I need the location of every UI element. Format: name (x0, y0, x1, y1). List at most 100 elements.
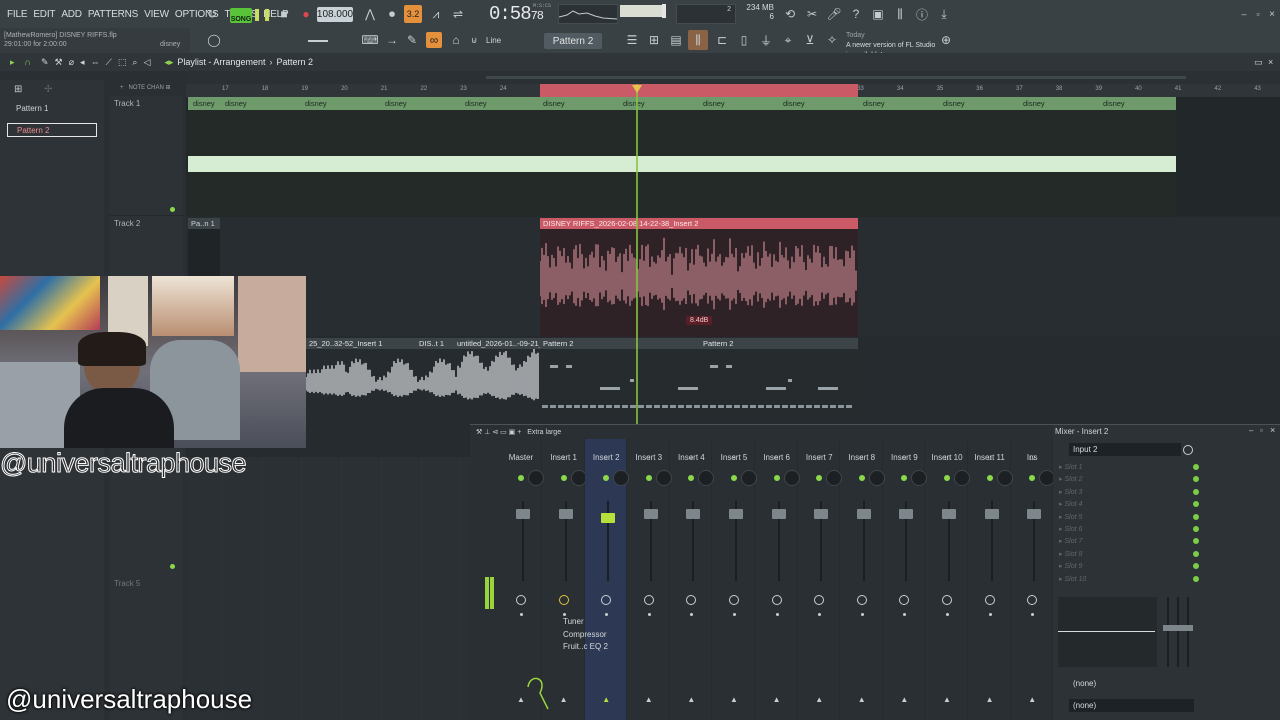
magnet-icon[interactable]: ⊍ (466, 32, 482, 48)
strip-fader[interactable] (856, 509, 871, 519)
strip-name[interactable]: Master (500, 453, 542, 462)
effect-slot-6[interactable]: ▸ Slot 6 (1059, 525, 1189, 533)
mixer-strip-insert-10[interactable]: 10 Insert 10 ▲ (926, 439, 970, 720)
record-icon[interactable]: ● (298, 6, 314, 22)
strip-fader[interactable] (516, 509, 530, 519)
effect-slot-1[interactable]: ▸ Slot 1 (1059, 463, 1189, 471)
strip-fader[interactable] (942, 509, 956, 519)
mixer-size-label[interactable]: Extra large (527, 429, 561, 436)
mixer-strip-insert-6[interactable]: 6 Insert 6 ▲ (756, 439, 800, 720)
play-arrow-icon[interactable]: ▸ (10, 57, 15, 68)
paint-icon[interactable]: ✎ (41, 57, 49, 68)
blend-icon[interactable]: ⩘ (428, 6, 444, 22)
song-mode-toggle[interactable]: SONG (230, 8, 252, 23)
strip-pan-knob[interactable] (783, 470, 800, 486)
route-arrow-icon[interactable]: ▲ (858, 695, 866, 704)
mixer-strip-insert-11[interactable]: 11 Insert 11 ▲ (969, 439, 1013, 720)
strip-route-icon[interactable] (942, 595, 952, 605)
input-settings-icon[interactable] (1183, 445, 1193, 455)
track2-audio-clip[interactable]: DISNEY RIFFS_2026-02-08 14-22-38_Insert … (540, 218, 858, 229)
track3-audio-body[interactable] (305, 349, 540, 419)
menu-add[interactable]: Add (58, 9, 85, 20)
strip-name[interactable]: Insert 6 (756, 453, 798, 462)
track3-pattern-clip-1[interactable]: Pattern 2 (540, 338, 700, 349)
strip-route-icon[interactable] (729, 595, 739, 605)
mixer-icon[interactable]: ⫼ (892, 6, 908, 22)
strip-led[interactable] (986, 475, 993, 481)
strip-led[interactable] (816, 475, 823, 481)
effect-slot-2[interactable]: ▸ Slot 2 (1059, 475, 1189, 483)
slot-enable-led[interactable] (1193, 501, 1199, 508)
slot-enable-led[interactable] (1193, 464, 1199, 470)
wait-icon[interactable]: ⏺ (384, 6, 400, 22)
playhead-marker[interactable] (632, 85, 642, 93)
track3-clip-3[interactable]: untitled_2026-01..-09-21_Insert 1 (454, 338, 540, 349)
mixer-strip-insert-9[interactable]: 9 Insert 9 ▲ (883, 439, 928, 720)
snap-select[interactable]: Line (482, 34, 532, 48)
menu-patterns[interactable]: Patterns (85, 9, 141, 20)
loop-icon[interactable]: ↻ (204, 6, 220, 22)
strip-name[interactable]: Insert 9 (883, 453, 925, 462)
strip-route-icon[interactable] (856, 595, 867, 605)
strip-name[interactable]: Insert 4 (670, 453, 712, 462)
strip-pan-knob[interactable] (954, 470, 970, 486)
strip-led[interactable] (901, 475, 908, 481)
strip-route-icon[interactable] (984, 595, 995, 605)
strip-led[interactable] (518, 475, 524, 481)
arrow-right-icon[interactable]: → (384, 32, 400, 48)
strip-led[interactable] (858, 475, 865, 481)
panel-close-icon[interactable]: × (1270, 425, 1275, 435)
route-arrow-icon[interactable]: ▲ (602, 695, 610, 704)
strip-pan-knob[interactable] (868, 470, 885, 486)
cart-icon[interactable]: ⊻ (802, 32, 818, 48)
strip-fader[interactable] (643, 509, 658, 519)
pattern-grid-icon[interactable]: ⊞ (14, 84, 22, 95)
headphones-icon[interactable]: ∩ (25, 57, 31, 67)
input-select[interactable]: Input 2 (1069, 443, 1181, 456)
slot-enable-led[interactable] (1193, 476, 1199, 483)
strip-pan-knob[interactable] (911, 470, 928, 486)
slot-enable-led[interactable] (1193, 488, 1199, 495)
strip-name[interactable]: Insert 1 (543, 453, 585, 462)
brush-icon[interactable]: ⚒ (55, 57, 63, 68)
track3-clip-2[interactable]: DIS..t 1 (416, 338, 454, 349)
volume-knob-handle[interactable] (662, 4, 666, 18)
strip-route-icon[interactable] (601, 595, 612, 605)
fx-eq[interactable]: Fruit..c EQ 2 (563, 641, 608, 654)
effect-slot-7[interactable]: ▸ Slot 7 (1059, 537, 1189, 545)
effect-slot-4[interactable]: ▸ Slot 4 (1059, 500, 1189, 508)
microphone-icon[interactable]: 🎤︎ (826, 6, 842, 22)
strip-fader[interactable] (558, 509, 573, 519)
strip-led[interactable] (560, 475, 567, 481)
tag-icon[interactable]: ⌖ (780, 32, 796, 48)
strip-name[interactable]: Insert 5 (713, 453, 755, 462)
panel-fader-2[interactable] (1173, 625, 1183, 631)
pattern-item-2[interactable]: Pattern 2 (7, 123, 97, 137)
scroll-thumb[interactable] (486, 76, 1186, 79)
mixer-strip-insert-4[interactable]: 4 Insert 4 ▲ (670, 439, 715, 720)
stamp-icon[interactable]: ⌂ (448, 32, 464, 48)
mixer-strip-insert-12[interactable]: 12 Ins ▲ (1011, 439, 1056, 720)
browser-icon[interactable]: ⊏ (714, 32, 730, 48)
panel-faders[interactable] (1161, 597, 1193, 667)
strip-pan-knob[interactable] (741, 470, 757, 486)
piano-roll-icon[interactable]: ▤ (668, 32, 684, 48)
route-arrow-icon[interactable]: ▲ (687, 695, 695, 704)
select-icon[interactable]: ⬚ (118, 57, 127, 68)
playlist-scrollbar[interactable] (186, 71, 1280, 84)
pattern-item-1[interactable]: Pattern 1 (7, 102, 97, 116)
strip-name[interactable]: Insert 2 (585, 453, 627, 462)
tools-icon[interactable]: ✧ (824, 32, 840, 48)
slot-enable-led[interactable] (1193, 538, 1199, 545)
strip-name[interactable]: Ins (1011, 453, 1053, 462)
menu-file[interactable]: File (4, 9, 30, 20)
mixer-window-icon[interactable]: ⫼ (688, 30, 708, 50)
playback-icon[interactable]: ◁ (143, 57, 150, 68)
download-icon[interactable]: ⤓ (936, 6, 952, 22)
track3-pattern-clip-2[interactable]: Pattern 2 (700, 338, 858, 349)
delete-icon[interactable]: ⌀ (69, 57, 74, 68)
mute-icon[interactable]: ◂ (80, 57, 85, 68)
strip-led[interactable] (603, 475, 610, 481)
route-arrow-icon[interactable]: ▲ (730, 695, 738, 704)
track3-pattern-body[interactable] (540, 349, 858, 419)
